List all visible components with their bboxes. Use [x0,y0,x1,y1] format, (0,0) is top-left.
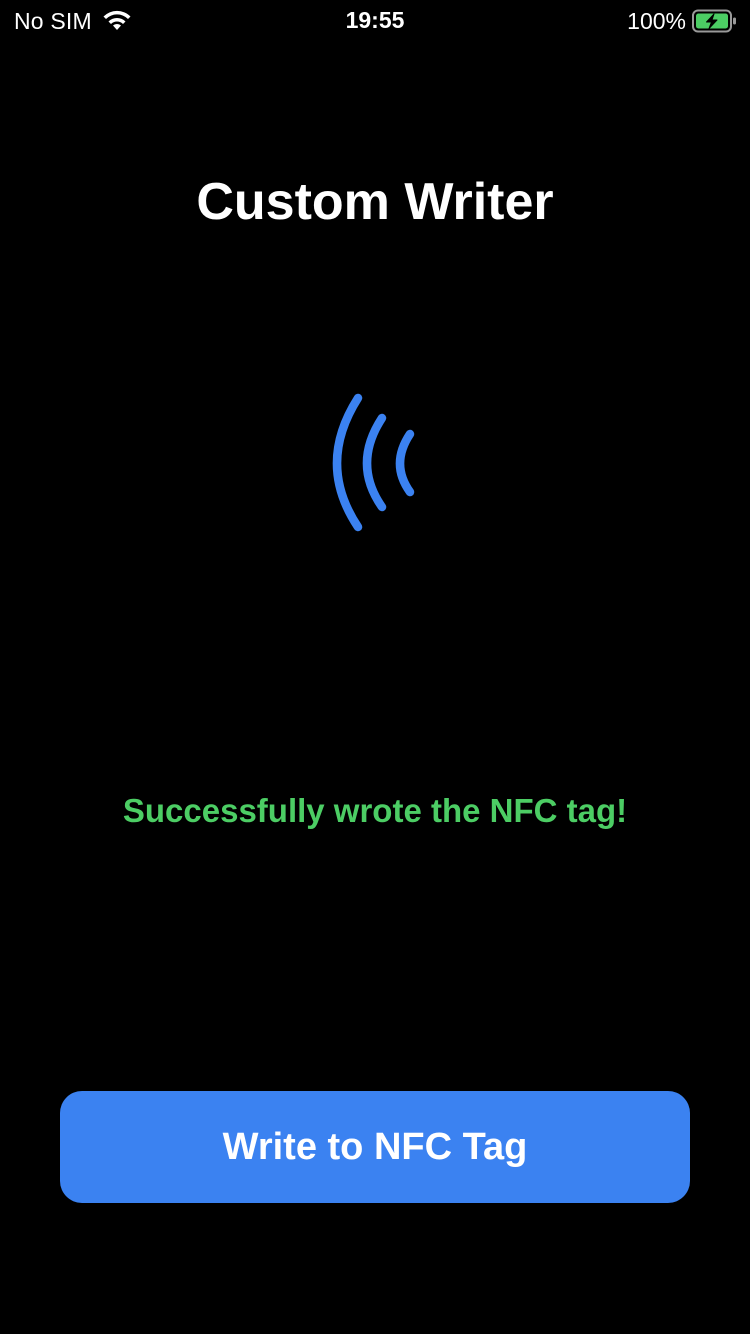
status-bar: No SIM 19:55 100% [0,0,750,40]
nfc-waves-icon [332,393,415,532]
status-message: Successfully wrote the NFC tag! [122,792,628,829]
battery-percentage: 100% [627,7,686,34]
page-title: Custom Writer [196,173,554,231]
battery-charging-icon [692,9,736,33]
nfc-writer-screen: No SIM 19:55 100% Custom Writer Successf… [0,0,750,1334]
status-right: 100% [627,7,738,35]
write-nfc-tag-button[interactable]: Write to NFC Tag [60,1091,690,1203]
